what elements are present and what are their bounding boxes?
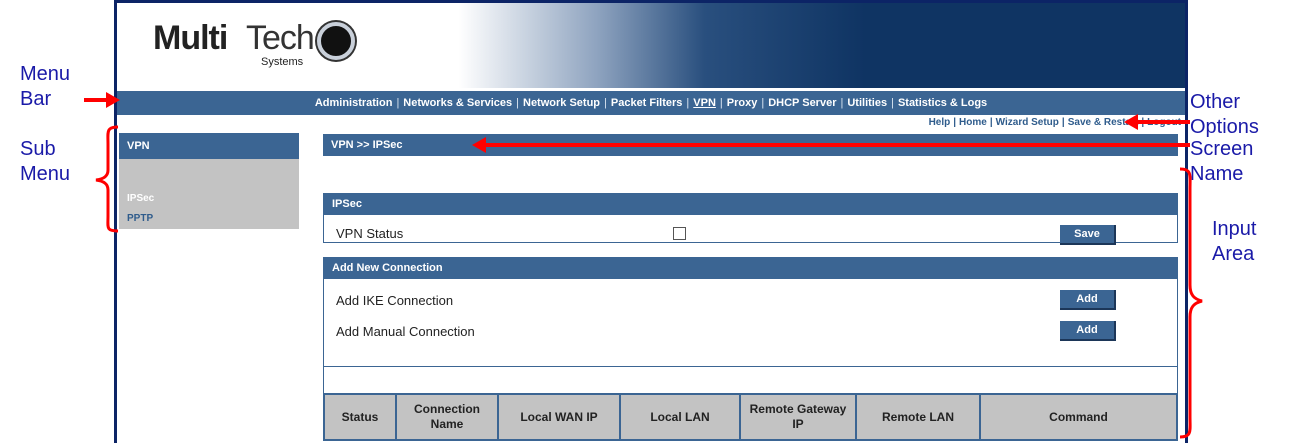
options-arrow-head [1124, 114, 1138, 130]
sub-menu-title: VPN [119, 133, 299, 159]
input-area-bracket [1179, 167, 1203, 439]
col-connection-name: Connection Name [395, 393, 499, 441]
connections-table: Status Connection Name Local WAN IP Loca… [323, 393, 1178, 441]
add-ike-label: Add IKE Connection [336, 293, 454, 308]
callout-line: Bar [20, 88, 52, 110]
sub-menu-item-ipsec[interactable]: IPSec [119, 189, 299, 209]
callout-line: Other [1190, 91, 1241, 113]
save-button[interactable]: Save [1060, 225, 1116, 245]
add-manual-label: Add Manual Connection [336, 324, 475, 339]
menu-item-administration[interactable]: Administration [315, 97, 393, 109]
menu-separator: | [719, 97, 723, 109]
input-area-callout: Input Area [1212, 217, 1256, 267]
col-remote-gateway-ip: Remote Gateway IP [739, 393, 857, 441]
screen-name-arrow-line [485, 143, 1190, 147]
menu-item-statistics-logs[interactable]: Statistics & Logs [898, 97, 987, 109]
logo-disc-icon [317, 22, 355, 60]
menu-separator: | [686, 97, 690, 109]
menu-separator: | [761, 97, 765, 109]
menu-separator: | [604, 97, 607, 109]
menu-separator: | [840, 97, 844, 109]
callout-line: Input [1212, 218, 1257, 240]
col-command: Command [979, 393, 1178, 441]
page-header: Multi Tech Systems [117, 3, 1185, 88]
menu-item-vpn[interactable]: VPN [693, 97, 716, 109]
callout-line: Screen [1190, 138, 1254, 160]
option-home[interactable]: Home [959, 117, 987, 128]
logo-systems-text: Systems [261, 56, 304, 68]
ipsec-panel-title: IPSec [324, 193, 1177, 215]
sub-menu-bracket [95, 125, 119, 233]
menu-item-utilities[interactable]: Utilities [847, 97, 887, 109]
sub-menu-callout: Sub Menu [20, 137, 70, 187]
callout-line: Menu [20, 163, 71, 185]
menu-bar-callout: Menu Bar [20, 62, 70, 112]
panel-divider [324, 366, 1177, 367]
options-separator: | [989, 117, 993, 128]
add-connection-panel: Add New Connection Add IKE Connection Ad… [323, 257, 1178, 395]
vpn-status-label: VPN Status [336, 226, 404, 241]
callout-line: Menu [20, 63, 71, 85]
callout-line: Area [1212, 243, 1255, 265]
col-local-lan: Local LAN [619, 393, 741, 441]
add-ike-button[interactable]: Add [1060, 290, 1116, 310]
menu-separator: | [516, 97, 519, 109]
menu-separator: | [396, 97, 400, 109]
menu-item-networks-services[interactable]: Networks & Services [403, 97, 512, 109]
other-options-callout: Other Options [1190, 90, 1259, 140]
callout-line: Sub [20, 138, 56, 160]
col-remote-lan: Remote LAN [855, 393, 981, 441]
logo-multi-text: Multi [153, 19, 228, 57]
options-separator: | [953, 117, 957, 128]
screen-name-arrow-head [472, 137, 486, 153]
table-header-row: Status Connection Name Local WAN IP Loca… [323, 393, 1178, 441]
sub-menu: VPN IPSec PPTP [119, 133, 299, 229]
menu-item-proxy[interactable]: Proxy [727, 97, 758, 109]
menu-bar: Administration | Networks & Services | Netwo… [117, 91, 1185, 115]
add-manual-button[interactable]: Add [1060, 321, 1116, 341]
menu-bar-arrow-head [106, 92, 120, 108]
add-connection-panel-title: Add New Connection [324, 257, 1177, 279]
option-wizard-setup[interactable]: Wizard Setup [996, 117, 1059, 128]
sub-menu-item-pptp[interactable]: PPTP [119, 209, 299, 229]
menu-separator: | [891, 97, 894, 109]
vpn-status-checkbox[interactable] [673, 227, 686, 240]
options-separator: | [1061, 117, 1065, 128]
menu-item-network-setup[interactable]: Network Setup [523, 97, 600, 109]
menu-item-dhcp-server[interactable]: DHCP Server [768, 97, 836, 109]
logo-tech-text: Tech [246, 19, 315, 57]
col-local-wan-ip: Local WAN IP [497, 393, 621, 441]
ipsec-panel: IPSec VPN Status Save [323, 193, 1178, 245]
option-help[interactable]: Help [929, 117, 951, 128]
screenshot-frame: Multi Tech Systems Administration | Networ… [114, 0, 1188, 443]
col-status: Status [323, 393, 397, 441]
options-arrow-line [1136, 120, 1190, 124]
menu-item-packet-filters[interactable]: Packet Filters [611, 97, 683, 109]
